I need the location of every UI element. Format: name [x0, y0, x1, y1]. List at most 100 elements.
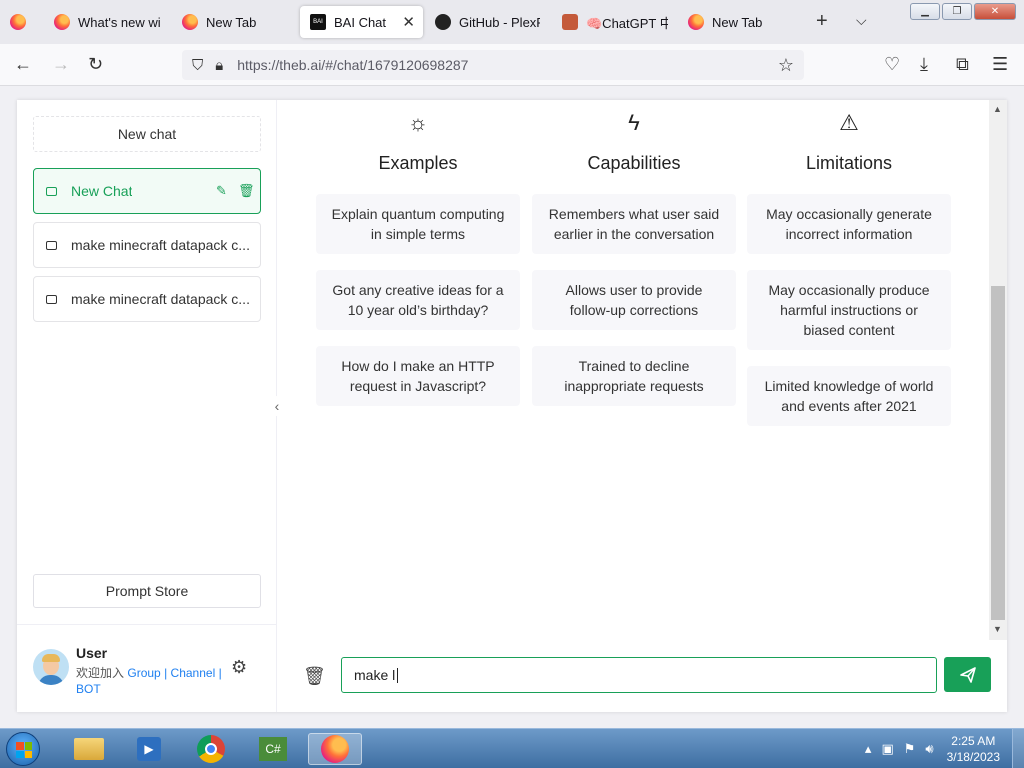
send-paper-plane-icon	[959, 666, 976, 683]
firefox-icon	[54, 14, 70, 30]
tab-label: What's new with	[78, 14, 160, 30]
clock-time: 2:25 AM	[951, 734, 996, 748]
user-panel: User 欢迎加入 Group | Channel | BOT ⚙	[17, 624, 277, 712]
send-button[interactable]	[944, 657, 991, 692]
url-text[interactable]: https://theb.ai/#/chat/1679120698287	[237, 57, 468, 73]
lock-icon[interactable]: 🔒︎	[215, 57, 223, 74]
trash-icon[interactable]: 🗑︎	[238, 183, 255, 199]
forward-arrow-icon[interactable]: →	[52, 54, 70, 75]
gear-icon[interactable]: ⚙	[231, 657, 247, 678]
scroll-down-icon[interactable]: ▼	[993, 624, 1002, 634]
bai-logo-icon: BAI	[310, 14, 326, 30]
clock[interactable]: 2:25 AM 3/18/2023	[947, 733, 1000, 765]
volume-icon[interactable]: 🔊︎	[925, 741, 933, 757]
network-icon[interactable]: ▣	[881, 741, 893, 757]
new-tab-plus-icon[interactable]: +	[816, 10, 828, 33]
example-prompt-card[interactable]: Got any creative ideas for a 10 year old…	[316, 270, 520, 330]
tab-github[interactable]: GitHub - PlexPt	[435, 6, 540, 38]
extensions-icon[interactable]: ⧉	[956, 54, 969, 75]
tab-new-tab[interactable]: New Tab	[182, 6, 292, 38]
tray-expand-icon[interactable]: ▴	[865, 741, 872, 757]
channel-link[interactable]: Channel	[171, 666, 216, 680]
user-name: User	[76, 645, 108, 661]
text-caret	[397, 667, 399, 683]
restore-icon[interactable]: ❐	[942, 3, 972, 20]
chrome-icon	[197, 735, 225, 763]
column-title: Limitations	[805, 153, 893, 173]
firefox-view-button[interactable]	[10, 6, 30, 38]
example-prompt-card[interactable]: Explain quantum computing in simple term…	[316, 194, 520, 254]
group-link[interactable]: Group	[127, 666, 160, 680]
firefox-icon	[321, 735, 349, 763]
lightning-icon: ϟ	[628, 110, 640, 135]
menu-hamburger-icon[interactable]: ☰	[992, 54, 1008, 75]
close-window-icon[interactable]: ✕	[974, 3, 1016, 20]
flag-icon[interactable]: ⚑	[904, 741, 916, 757]
bookmark-star-icon[interactable]: ☆	[778, 55, 794, 76]
examples-column: ☼ Examples Explain quantum computing in …	[316, 100, 520, 422]
chat-list-item[interactable]: make minecraft datapack c...	[33, 222, 261, 268]
url-bar[interactable]: ⛉ 🔒︎ https://theb.ai/#/chat/167912069828…	[182, 50, 804, 80]
tab-chatgpt-cn[interactable]: 🧠ChatGPT 中文	[562, 6, 668, 38]
link-separator: |	[164, 666, 168, 680]
prompt-store-button[interactable]: Prompt Store	[33, 574, 261, 608]
scrollbar-thumb[interactable]	[991, 286, 1005, 620]
folder-icon	[74, 738, 104, 760]
example-prompt-card[interactable]: How do I make an HTTP request in Javascr…	[316, 346, 520, 406]
edit-icon[interactable]: ✎	[216, 183, 227, 199]
tab-label: New Tab	[206, 14, 257, 30]
windows-taskbar: ▶ C# ▴ ▣ ⚑ 🔊︎ 2:25 AM 3/18/2023	[0, 728, 1024, 768]
taskbar-firefox[interactable]	[308, 733, 362, 765]
capability-card: Allows user to provide follow-up correct…	[532, 270, 736, 330]
window-controls: ▁ ❐ ✕	[910, 3, 1016, 20]
minimize-icon[interactable]: ▁	[910, 3, 940, 20]
reload-icon[interactable]: ↻	[88, 54, 103, 75]
message-icon	[46, 240, 57, 250]
message-icon	[46, 294, 57, 304]
taskbar-csharp[interactable]: C#	[246, 733, 300, 765]
chat-list-item-active[interactable]: New Chat ✎ 🗑︎	[33, 168, 261, 214]
downloads-icon[interactable]: ⤓	[920, 54, 928, 75]
scrollbar[interactable]: ▲ ▼	[989, 100, 1007, 640]
taskbar-media-player[interactable]: ▶	[122, 733, 176, 765]
tab-label: GitHub - PlexPt	[459, 14, 540, 30]
clear-chat-trash-icon[interactable]: 🗑︎	[303, 666, 326, 687]
avatar[interactable]	[33, 649, 69, 685]
browser-tab-strip: What's new with New Tab BAI BAI Chat ✕ G…	[0, 0, 1024, 44]
capability-card: Trained to decline inappropriate request…	[532, 346, 736, 406]
system-tray: ▴ ▣ ⚑ 🔊︎ 2:25 AM 3/18/2023	[860, 729, 1024, 768]
firefox-icon	[182, 14, 198, 30]
taskbar-explorer[interactable]	[62, 733, 116, 765]
new-chat-button[interactable]: New chat	[33, 116, 261, 152]
collapse-sidebar-chevron-icon[interactable]: ‹	[267, 396, 287, 416]
show-desktop-button[interactable]	[1012, 729, 1024, 768]
link-separator: |	[218, 666, 222, 680]
tab-bai-chat[interactable]: BAI BAI Chat ✕	[300, 6, 423, 38]
back-arrow-icon[interactable]: ←	[14, 54, 32, 75]
limitation-card: Limited knowledge of world and events af…	[747, 366, 951, 426]
list-tabs-chevron-icon[interactable]: ⌵	[856, 12, 867, 29]
taskbar-chrome[interactable]	[184, 733, 238, 765]
tab-label: New Tab	[712, 14, 763, 30]
tab-label: 🧠ChatGPT 中文	[586, 15, 668, 31]
media-player-icon: ▶	[137, 737, 161, 761]
tab-new-tab-2[interactable]: New Tab	[688, 6, 798, 38]
chat-list-item[interactable]: make minecraft datapack c...	[33, 276, 261, 322]
chat-input[interactable]: make l	[341, 657, 937, 693]
column-title: Capabilities	[587, 153, 681, 173]
start-button[interactable]	[6, 732, 40, 766]
limitations-column: ⚠︎ Limitations May occasionally generate…	[747, 100, 951, 442]
tab-whats-new[interactable]: What's new with	[54, 6, 160, 38]
join-text: 欢迎加入	[76, 666, 125, 680]
navigation-bar: ← → ↻ ⛉ 🔒︎ https://theb.ai/#/chat/167912…	[0, 44, 1024, 86]
chat-title: make minecraft datapack c...	[71, 291, 250, 307]
close-tab-icon[interactable]: ✕	[402, 13, 415, 31]
pocket-icon[interactable]: ♡	[884, 54, 900, 75]
bot-link[interactable]: BOT	[76, 682, 101, 696]
capability-card: Remembers what user said earlier in the …	[532, 194, 736, 254]
shield-icon[interactable]: ⛉	[192, 57, 203, 74]
firefox-icon	[688, 14, 704, 30]
limitation-card: May occasionally generate incorrect info…	[747, 194, 951, 254]
scroll-up-icon[interactable]: ▲	[993, 104, 1002, 114]
sidebar: New chat New Chat ✎ 🗑︎ make minecraft da…	[17, 100, 277, 712]
